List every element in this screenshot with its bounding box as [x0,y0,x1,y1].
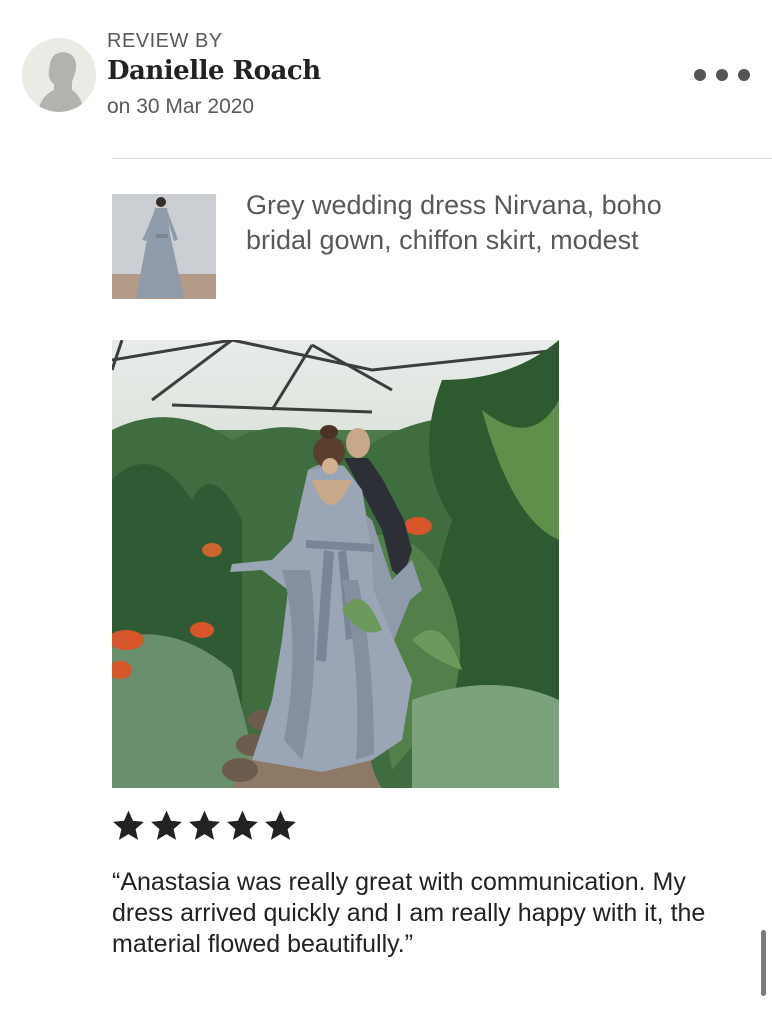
listing-title[interactable]: Grey wedding dress Nirvana, boho bridal … [246,188,726,258]
star-rating [110,806,299,850]
header-divider [112,158,772,159]
review-photo-image [112,340,559,788]
listing-thumbnail[interactable] [112,194,216,299]
reviewer-avatar [22,38,96,112]
reviewer-name[interactable]: Danielle Roach [107,56,321,86]
more-options-button[interactable] [694,62,750,88]
more-dot-icon [694,69,706,81]
star-icon [265,810,296,840]
star-icon [227,810,258,840]
review-text: “Anastasia was really great with communi… [112,868,706,958]
scrollbar[interactable] [761,930,766,996]
listing-thumbnail-image [112,194,216,299]
more-dot-icon [738,69,750,81]
star-icon [113,810,144,840]
review-by-label: REVIEW BY [107,30,223,52]
person-silhouette-icon [22,38,96,112]
more-dot-icon [716,69,728,81]
star-icon [189,810,220,840]
review-photo[interactable] [112,340,559,788]
star-icon [151,810,182,840]
review-date: on 30 Mar 2020 [107,95,255,118]
